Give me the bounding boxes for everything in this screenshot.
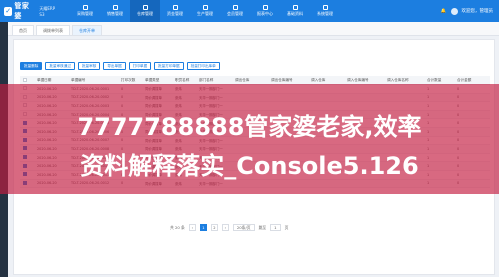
nav-item-5[interactable]: 会员管理 bbox=[220, 0, 250, 22]
bell-icon[interactable]: 🔔 bbox=[441, 9, 447, 14]
column-header[interactable]: 打印次数 bbox=[118, 78, 142, 83]
column-header[interactable]: 调入仓库 bbox=[308, 78, 344, 83]
total-count: 共 20 条 bbox=[170, 224, 185, 230]
column-header[interactable] bbox=[20, 77, 34, 83]
prev-page-button[interactable]: ‹ bbox=[188, 224, 196, 231]
toolbar-button-0[interactable]: 批量删除 bbox=[20, 62, 43, 70]
tab-0[interactable]: 首页 bbox=[12, 25, 34, 35]
nav-icon bbox=[172, 5, 178, 10]
next-page-button[interactable]: › bbox=[221, 224, 229, 231]
main-nav: 采购管理 销售管理 仓库管理 资金管理 生产管理 会员管理 报表中心 基础资料 系统管理 bbox=[70, 0, 340, 22]
nav-item-6[interactable]: 报表中心 bbox=[250, 0, 280, 22]
nav-label: 仓库管理 bbox=[137, 11, 153, 16]
column-header[interactable]: 调入仓库名称 bbox=[384, 78, 424, 83]
toolbar-button-5[interactable]: 批量打印单据 bbox=[154, 62, 184, 70]
nav-label: 销售管理 bbox=[107, 11, 123, 16]
tab-1[interactable]: 调拨单列表 bbox=[36, 25, 70, 35]
nav-item-3[interactable]: 资金管理 bbox=[160, 0, 190, 22]
toolbar-button-4[interactable]: 打印单据 bbox=[128, 62, 152, 70]
top-navigation-bar: ✓ 管家婆 天耀ERP S3 采购管理 销售管理 仓库管理 资金管理 生产管理 会员管理 报… bbox=[0, 0, 499, 22]
nav-label: 系统管理 bbox=[317, 11, 333, 16]
nav-item-7[interactable]: 基础资料 bbox=[280, 0, 310, 22]
page-suffix: 页 bbox=[284, 224, 289, 230]
nav-label: 采购管理 bbox=[77, 11, 93, 16]
column-header[interactable]: 部门名称 bbox=[196, 78, 232, 83]
headline-line-2: 资料解释落实_Console5.126 bbox=[80, 152, 419, 180]
nav-label: 基础资料 bbox=[287, 11, 303, 16]
nav-label: 资金管理 bbox=[167, 11, 183, 16]
avatar[interactable] bbox=[450, 7, 458, 15]
column-header[interactable]: 合计金额 bbox=[454, 78, 490, 83]
nav-icon bbox=[292, 5, 298, 10]
page-tabs: 首页 调拨单列表 仓库开单 bbox=[8, 22, 499, 36]
page-button-1[interactable]: 1 bbox=[199, 224, 207, 231]
column-header[interactable]: 单据日期 bbox=[34, 78, 68, 83]
toolbar-button-3[interactable]: 导出单据 bbox=[103, 62, 126, 70]
nav-label: 报表中心 bbox=[257, 11, 273, 16]
nav-icon bbox=[82, 5, 88, 10]
nav-label: 生产管理 bbox=[197, 11, 213, 16]
tab-2[interactable]: 仓库开单 bbox=[72, 25, 102, 35]
toolbar-button-1[interactable]: 批量审核通过 bbox=[45, 62, 75, 70]
nav-icon bbox=[112, 5, 118, 10]
goto-label: 跳至 bbox=[258, 224, 267, 230]
column-header[interactable]: 单据编号 bbox=[68, 78, 118, 83]
headline-line-1: 7777788888管家婆老家,效率 bbox=[77, 113, 422, 141]
nav-icon bbox=[202, 5, 208, 10]
nav-item-8[interactable]: 系统管理 bbox=[310, 0, 340, 22]
nav-item-1[interactable]: 销售管理 bbox=[100, 0, 130, 22]
logo-icon: ✓ bbox=[4, 6, 13, 16]
page-button-2[interactable]: 2 bbox=[210, 224, 218, 231]
nav-item-0[interactable]: 采购管理 bbox=[70, 0, 100, 22]
column-header[interactable]: 调入仓库编号 bbox=[344, 78, 384, 83]
pagination: 共 20 条 ‹ 1 2 › 20条/页 跳至 1 页 bbox=[170, 224, 288, 231]
logo-text: 管家婆 bbox=[14, 2, 30, 20]
app-logo[interactable]: ✓ 管家婆 天耀ERP S3 bbox=[0, 1, 60, 21]
nav-icon bbox=[142, 5, 148, 10]
action-toolbar: 批量删除 批量审核通过 批量审核 导出单据 打印单据 批量打印单据 批量打印出库单 bbox=[20, 62, 220, 70]
user-greeting[interactable]: 欢迎您，管理员 bbox=[462, 8, 494, 14]
column-header[interactable]: 调出仓库 bbox=[232, 78, 268, 83]
select-all-checkbox[interactable] bbox=[23, 77, 27, 82]
user-area: 🔔 欢迎您，管理员 bbox=[441, 7, 499, 15]
page-size-select[interactable]: 20条/页 bbox=[232, 224, 255, 231]
column-header[interactable]: 合计数量 bbox=[424, 78, 454, 83]
goto-page-input[interactable]: 1 bbox=[270, 224, 281, 231]
nav-icon bbox=[262, 5, 268, 10]
nav-item-4[interactable]: 生产管理 bbox=[190, 0, 220, 22]
nav-item-2[interactable]: 仓库管理 bbox=[130, 0, 160, 22]
nav-icon bbox=[322, 5, 328, 10]
column-header[interactable]: 单据类型 bbox=[142, 78, 172, 83]
toolbar-button-6[interactable]: 批量打印出库单 bbox=[186, 62, 220, 70]
logo-subtitle: 天耀ERP S3 bbox=[39, 5, 56, 17]
column-header[interactable]: 调出仓库编号 bbox=[268, 78, 308, 83]
nav-label: 会员管理 bbox=[227, 11, 243, 16]
column-header[interactable]: 职员名称 bbox=[172, 78, 196, 83]
nav-icon bbox=[232, 5, 238, 10]
toolbar-button-2[interactable]: 批量审核 bbox=[77, 62, 101, 70]
